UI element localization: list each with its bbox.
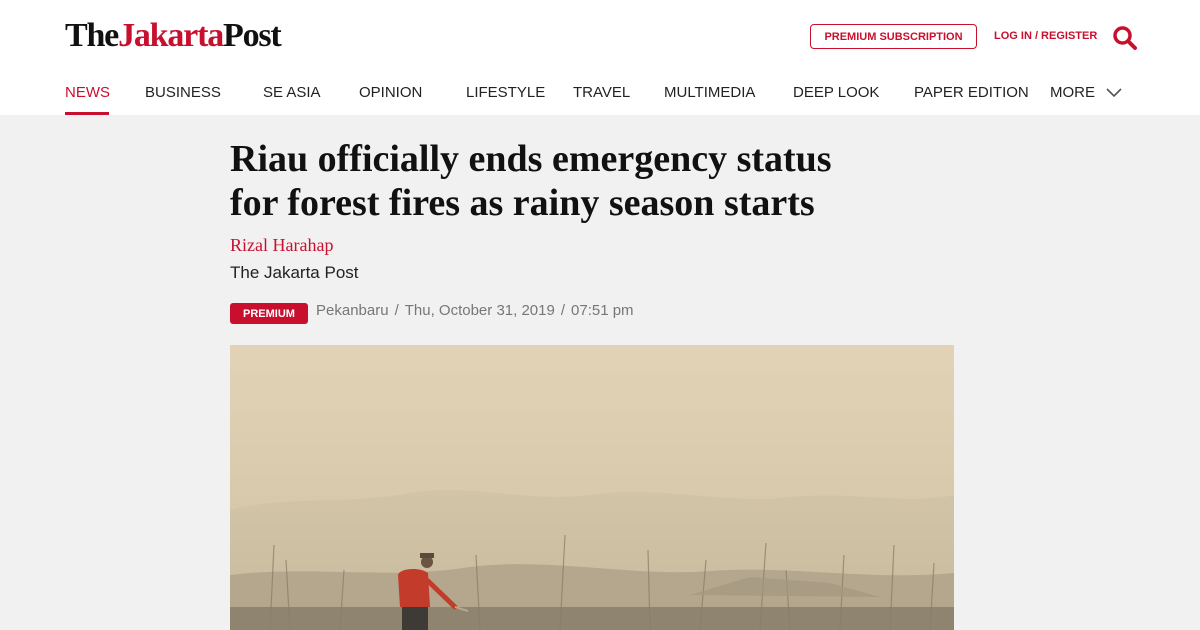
nav-item-deep-look[interactable]: DEEP LOOK: [793, 84, 879, 102]
article-photo: [230, 345, 954, 630]
logo-post: Post: [223, 17, 282, 54]
nav-item-travel[interactable]: TRAVEL: [573, 84, 630, 102]
nav-item-se-asia[interactable]: SE ASIA: [263, 84, 321, 102]
publication-name: The Jakarta Post: [230, 263, 359, 282]
nav-item-multimedia[interactable]: MULTIMEDIA: [664, 84, 755, 102]
author-link[interactable]: Rizal Harahap: [230, 234, 333, 256]
article-headline: Riau officially ends emergency status fo…: [230, 137, 960, 225]
site-logo[interactable]: TheJakartaPost: [65, 16, 282, 56]
article-time: 07:51 pm: [571, 302, 634, 319]
nav-item-more[interactable]: MORE: [1050, 84, 1095, 102]
logo-jakarta: Jakarta: [118, 17, 224, 54]
headline-line-1: Riau officially ends emergency status: [230, 138, 832, 180]
site-header: TheJakartaPost PREMIUM SUBSCRIPTION LOG …: [0, 0, 1200, 115]
nav-item-news[interactable]: NEWS: [65, 84, 110, 102]
article-meta: Pekanbaru / Thu, October 31, 2019 / 07:51 pm: [316, 302, 634, 320]
nav-item-lifestyle[interactable]: LIFESTYLE: [466, 84, 545, 102]
search-icon[interactable]: [1112, 25, 1138, 51]
premium-subscription-button[interactable]: PREMIUM SUBSCRIPTION: [810, 24, 977, 49]
article-date: Thu, October 31, 2019: [404, 302, 555, 319]
logo-the: The: [65, 17, 119, 54]
meta-separator: /: [394, 302, 399, 319]
meta-separator: /: [560, 302, 566, 319]
headline-line-2: for forest fires as rainy season starts: [230, 182, 815, 224]
nav-item-paper-edition[interactable]: PAPER EDITION: [914, 84, 1029, 102]
nav-item-opinion[interactable]: OPINION: [359, 84, 422, 102]
chevron-down-icon[interactable]: [1106, 88, 1122, 98]
nav-item-business[interactable]: BUSINESS: [145, 84, 221, 102]
article-location: Pekanbaru: [316, 302, 389, 319]
premium-badge: PREMIUM: [230, 303, 308, 324]
login-register-link[interactable]: LOG IN / REGISTER: [994, 29, 1097, 44]
nav-active-indicator: [65, 112, 109, 115]
